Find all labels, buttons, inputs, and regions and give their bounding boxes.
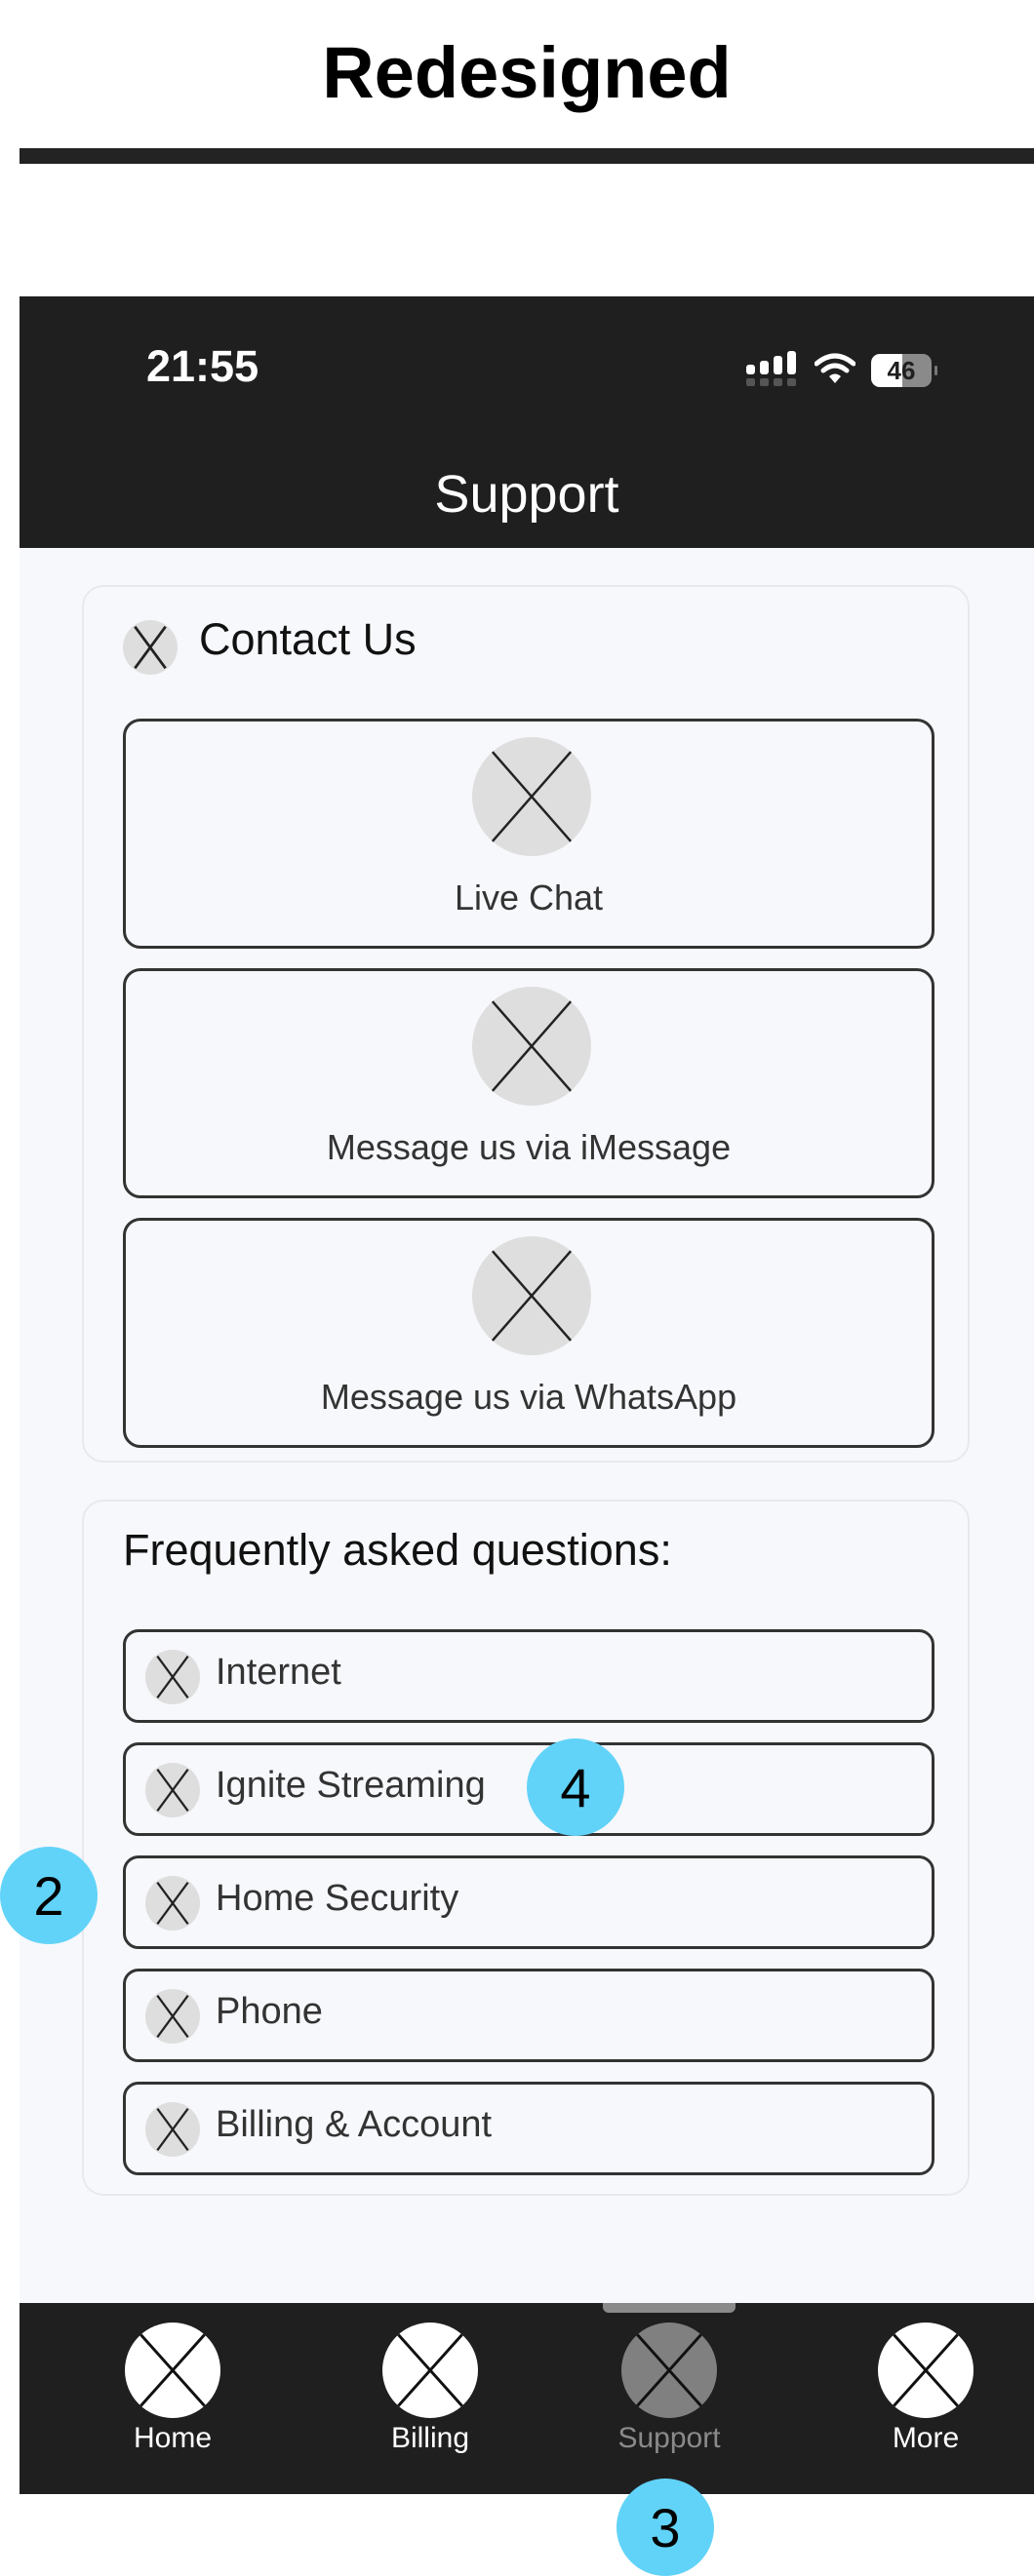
battery-icon: 46 <box>871 354 937 387</box>
live-chat-placeholder-icon <box>472 737 591 856</box>
faq-item-label: Internet <box>216 1652 341 1693</box>
annotation-badge-2: 2 <box>0 1847 98 1944</box>
tab-billing-label: Billing <box>390 2422 470 2454</box>
tab-more[interactable]: More <box>848 2303 1004 2494</box>
tab-home[interactable]: Home <box>95 2303 251 2494</box>
live-chat-label: Live Chat <box>454 878 604 917</box>
contact-placeholder-icon <box>123 620 178 675</box>
whatsapp-placeholder-icon <box>472 1236 591 1355</box>
ignite-streaming-placeholder-icon <box>145 1763 200 1817</box>
tab-billing[interactable]: Billing <box>352 2303 508 2494</box>
wifi-icon <box>814 352 856 389</box>
home-security-placeholder-icon <box>145 1876 200 1931</box>
tab-support[interactable]: Support <box>591 2303 747 2494</box>
faq-item-label: Home Security <box>216 1878 459 1919</box>
cellular-signal-icon <box>746 351 799 390</box>
phone-screen: 21:55 46 Support Contact Us Live Chat Me… <box>20 296 1034 2494</box>
billing-account-placeholder-icon <box>145 2102 200 2157</box>
faq-item-billing-account[interactable]: Billing & Account <box>123 2082 935 2175</box>
faq-item-internet[interactable]: Internet <box>123 1629 935 1723</box>
title-divider <box>20 148 1034 164</box>
tab-bar: Home Billing Support More <box>20 2303 1034 2494</box>
tab-more-label: More <box>892 2422 960 2454</box>
whatsapp-label: Message us via WhatsApp <box>320 1377 737 1417</box>
tab-support-label: Support <box>617 2422 721 2454</box>
internet-placeholder-icon <box>145 1650 200 1704</box>
whatsapp-button[interactable]: Message us via WhatsApp <box>123 1218 935 1448</box>
faq-item-label: Billing & Account <box>216 2104 493 2145</box>
header: 21:55 46 Support <box>20 296 1034 548</box>
phone-placeholder-icon <box>145 1989 200 2044</box>
more-icon <box>878 2322 974 2418</box>
support-icon <box>621 2322 717 2418</box>
home-icon <box>125 2322 220 2418</box>
contact-us-card: Contact Us Live Chat Message us via iMes… <box>82 585 970 1463</box>
contact-us-title: Contact Us <box>199 614 417 664</box>
imessage-label: Message us via iMessage <box>326 1127 732 1167</box>
faq-item-label: Ignite Streaming <box>216 1765 486 1806</box>
faq-item-phone[interactable]: Phone <box>123 1969 935 2062</box>
annotation-badge-4: 4 <box>527 1738 624 1836</box>
status-time: 21:55 <box>146 341 259 391</box>
annotation-badge-3: 3 <box>616 2478 714 2576</box>
faq-card: Frequently asked questions: Internet Ign… <box>82 1500 970 2196</box>
faq-item-label: Phone <box>216 1991 323 2032</box>
page-title: Redesigned <box>322 32 732 113</box>
faq-title: Frequently asked questions: <box>123 1525 672 1575</box>
nav-title: Support <box>434 465 619 524</box>
tab-home-label: Home <box>133 2422 213 2454</box>
imessage-button[interactable]: Message us via iMessage <box>123 968 935 1198</box>
faq-item-home-security[interactable]: Home Security <box>123 1855 935 1949</box>
live-chat-button[interactable]: Live Chat <box>123 719 935 949</box>
billing-icon <box>382 2322 478 2418</box>
status-icons: 46 <box>746 351 937 390</box>
imessage-placeholder-icon <box>472 987 591 1106</box>
